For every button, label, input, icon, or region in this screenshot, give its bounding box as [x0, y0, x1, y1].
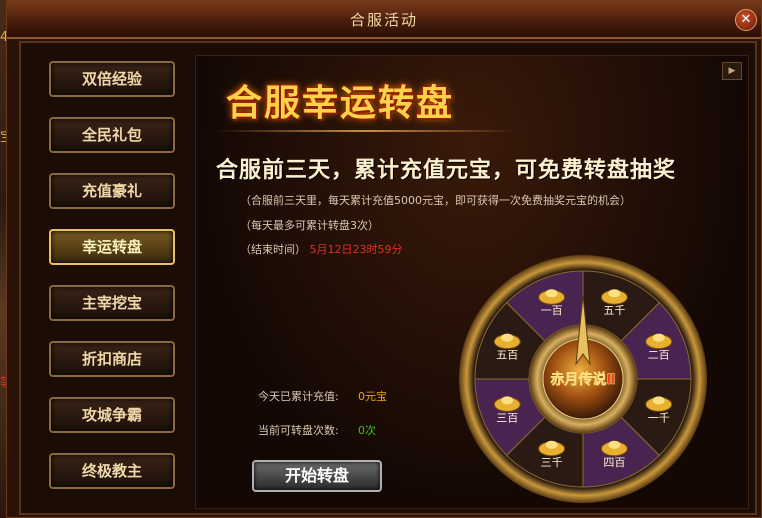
today-recharge-label: 今天已累计充值:: [258, 390, 339, 403]
sidebar-item-double-exp[interactable]: 双倍经验: [49, 61, 175, 97]
lucky-wheel: 赤月传说Ⅱ 五千二百一千四百 三千 三百 五百 一百: [459, 255, 707, 503]
today-recharge-row: 今天已累计充值: 0元宝: [258, 388, 387, 404]
gold-ingot-top: [501, 396, 514, 405]
gold-ingot-top: [652, 333, 665, 342]
prize-label: 三千: [541, 456, 563, 469]
gold-ingot-top: [501, 333, 514, 342]
start-spin-button[interactable]: 开始转盘: [252, 460, 382, 492]
sidebar-item-all-gift[interactable]: 全民礼包: [49, 117, 175, 153]
spins-label: 当前可转盘次数:: [258, 424, 339, 437]
prize-label: 五千: [603, 304, 625, 317]
gold-ingot-top: [652, 396, 665, 405]
sidebar-item-lucky-wheel[interactable]: 幸运转盘: [49, 229, 175, 265]
sidebar-item-ultimate-leader[interactable]: 终极教主: [49, 453, 175, 489]
activity-window: 合服活动 ✕ 双倍经验 全民礼包 充值豪礼 幸运转盘 主宰挖宝 折扣商店 攻城争…: [6, 0, 762, 518]
gold-ingot-top: [545, 289, 558, 298]
gold-ingot-top: [545, 440, 558, 449]
prize-label: 二百: [648, 349, 670, 362]
close-icon[interactable]: ✕: [735, 9, 757, 31]
lucky-wheel-panel: ▶ 合服幸运转盘 合服前三天，累计充值元宝，可免费转盘抽奖 （合服前三天里，每天…: [195, 55, 749, 509]
end-time-value: 5月12日23时59分: [309, 243, 403, 256]
sidebar: 双倍经验 全民礼包 充值豪礼 幸运转盘 主宰挖宝 折扣商店 攻城争霸 终极教主: [31, 61, 181, 509]
gold-ingot-top: [608, 289, 621, 298]
prize-label: 一千: [648, 411, 670, 424]
page-subtitle: 合服前三天，累计充值元宝，可免费转盘抽奖: [216, 158, 677, 183]
page-title: 合服幸运转盘: [226, 83, 455, 124]
window-body: 双倍经验 全民礼包 充值豪礼 幸运转盘 主宰挖宝 折扣商店 攻城争霸 终极教主 …: [19, 41, 757, 515]
title-divider: [216, 130, 516, 132]
rule-text-1: （合服前三天里，每天累计充值5000元宝，即可获得一次免费抽奖元宝的机会）: [240, 194, 631, 207]
prize-label: 四百: [603, 456, 625, 469]
sidebar-item-siege[interactable]: 攻城争霸: [49, 397, 175, 433]
spins-value: 0次: [358, 424, 376, 437]
rule-text-2: （每天最多可累计转盘3次）: [240, 219, 379, 232]
end-time-label: （结束时间）: [240, 243, 306, 256]
prize-label: 五百: [496, 349, 518, 362]
sidebar-item-treasure-dig[interactable]: 主宰挖宝: [49, 285, 175, 321]
play-icon[interactable]: ▶: [722, 62, 742, 80]
today-recharge-value: 0元宝: [358, 390, 387, 403]
prize-label: 三百: [496, 411, 518, 424]
window-title: 合服活动: [349, 11, 418, 29]
title-bar: 合服活动 ✕: [7, 1, 761, 39]
sidebar-item-discount-shop[interactable]: 折扣商店: [49, 341, 175, 377]
end-time-row: （结束时间） 5月12日23时59分: [240, 241, 403, 257]
prize-label: 一百: [541, 304, 563, 317]
sidebar-item-recharge-gift[interactable]: 充值豪礼: [49, 173, 175, 209]
spins-row: 当前可转盘次数: 0次: [258, 422, 376, 438]
wheel-logo: 赤月传说Ⅱ: [550, 371, 615, 388]
gold-ingot-top: [608, 440, 621, 449]
